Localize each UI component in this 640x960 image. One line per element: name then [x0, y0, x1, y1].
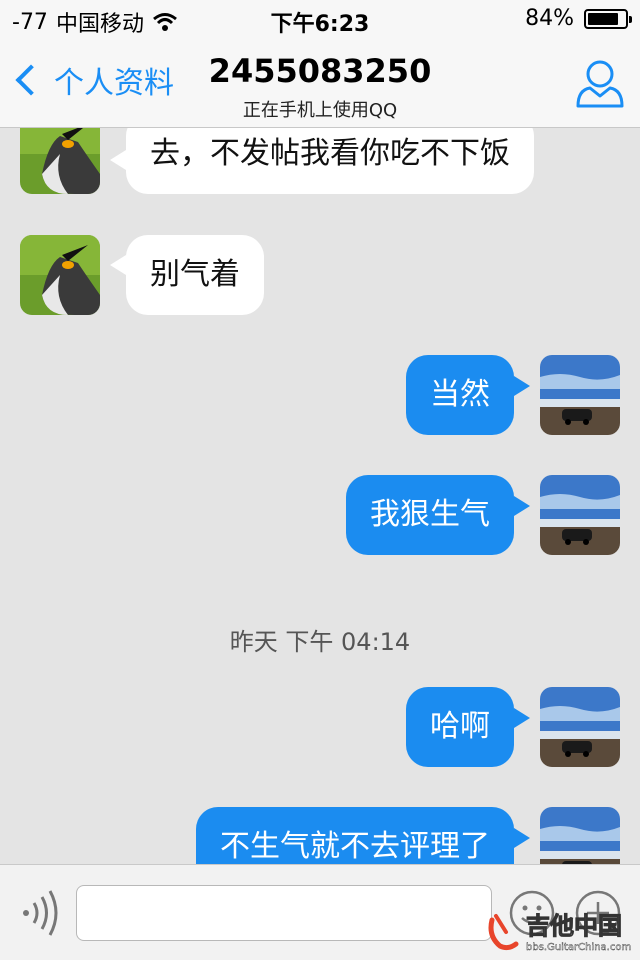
- car-beach-image: [540, 687, 620, 767]
- car-beach-image: [540, 807, 620, 864]
- watermark-url: bbs.GuitarChina.com: [526, 942, 631, 953]
- message-bubble[interactable]: 当然: [406, 355, 514, 435]
- car-beach-image: [540, 355, 620, 435]
- bubble-tail: [514, 496, 530, 516]
- message-bubble[interactable]: 我狠生气: [346, 475, 514, 555]
- message-bubble[interactable]: 去，不发帖我看你吃不下饭: [126, 128, 534, 194]
- message-bubble[interactable]: 哈啊: [406, 687, 514, 767]
- bubble-tail: [514, 708, 530, 728]
- battery-fill: [588, 12, 619, 25]
- watermark-title: 吉他中国: [526, 912, 622, 940]
- bubble-tail: [514, 376, 530, 396]
- conversation-title: 2455083250: [208, 52, 432, 90]
- message-bubble[interactable]: 别气着: [126, 235, 264, 315]
- message-bubble[interactable]: 不生气就不去评理了: [196, 807, 514, 864]
- car-beach-avatar[interactable]: [540, 355, 620, 435]
- penguin-image: [20, 128, 100, 194]
- battery-percent: 84%: [525, 6, 574, 31]
- nav-bar: 个人资料 2455083250 正在手机上使用QQ: [0, 40, 640, 128]
- status-bar: -77 中国移动 下午6:23 84%: [0, 0, 640, 40]
- status-right: 84%: [525, 6, 632, 31]
- car-beach-avatar[interactable]: [540, 687, 620, 767]
- car-beach-image: [540, 475, 620, 555]
- conversation-subtitle: 正在手机上使用QQ: [242, 100, 398, 121]
- message-timestamp: 昨天 下午 04:14: [229, 628, 411, 656]
- car-beach-avatar[interactable]: [540, 475, 620, 555]
- penguin-avatar[interactable]: [20, 235, 100, 315]
- bubble-tail: [110, 255, 126, 275]
- penguin-image: [20, 235, 100, 315]
- guitarchina-watermark: 吉他中国 bbs.GuitarChina.com: [488, 912, 631, 953]
- bubble-tail: [514, 828, 530, 848]
- profile-icon[interactable]: [574, 58, 626, 110]
- car-beach-avatar[interactable]: [540, 807, 620, 864]
- chat-area[interactable]: 去，不发帖我看你吃不下饭 别气着 当然 我狠生气 昨天 下午 04:14 哈啊 …: [0, 128, 640, 864]
- message-input[interactable]: [76, 885, 492, 941]
- penguin-avatar[interactable]: [20, 128, 100, 194]
- bubble-tail: [110, 150, 126, 170]
- voice-icon[interactable]: [18, 889, 62, 937]
- battery-icon: [584, 8, 632, 29]
